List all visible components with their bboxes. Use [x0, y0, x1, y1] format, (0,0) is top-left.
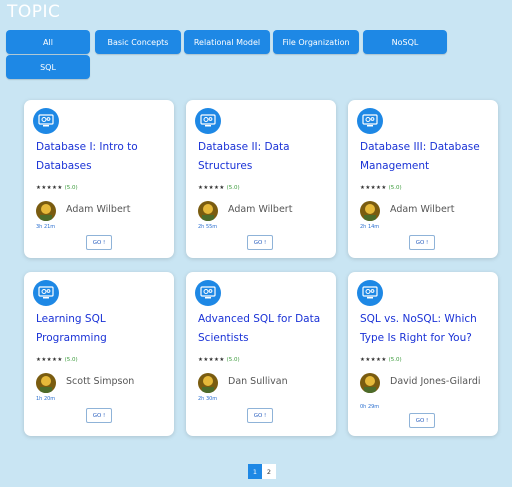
rating-score: (5.0) — [226, 185, 240, 191]
course-card: Database III: Database Management ★★★★★(… — [348, 100, 498, 258]
course-card: Learning SQL Programming ★★★★★ (5.0) Scot… — [24, 272, 174, 436]
avatar — [360, 373, 380, 393]
rating-score: (5.0) — [388, 357, 402, 363]
gear-monitor-icon — [195, 108, 221, 134]
course-duration: 2h 55m — [198, 224, 218, 230]
filter-sql-button[interactable]: SQL — [6, 55, 90, 79]
star-icons: ★★★★★ — [360, 185, 387, 191]
star-icons: ★★★★★ — [36, 185, 63, 191]
page-title: TOPIC — [7, 2, 61, 22]
filter-file-organization-button[interactable]: File Organization — [273, 30, 359, 54]
gear-monitor-icon — [33, 280, 59, 306]
avatar — [36, 201, 56, 221]
course-title-link[interactable]: Database III: Database Management — [360, 138, 492, 176]
course-title-link[interactable]: Advanced SQL for Data Scientists — [198, 310, 330, 348]
course-duration: 3h 21m — [36, 224, 56, 230]
pagination-page-2[interactable]: 2 — [262, 464, 276, 479]
course-title-link[interactable]: Database II: Data Structures — [198, 138, 330, 176]
star-icons: ★★★★★ — [360, 357, 387, 363]
author-name: Adam Wilbert — [228, 204, 293, 215]
course-duration: 1h 20m — [36, 396, 56, 402]
rating: ★★★★★ (5.0) — [198, 357, 240, 363]
course-duration: 0h 29m — [360, 404, 380, 410]
rating: ★★★★★ (5.0) — [360, 185, 402, 191]
rating-score: (5.0) — [226, 357, 240, 363]
filter-all-button[interactable]: All — [6, 30, 90, 54]
go-button[interactable]: GO ! — [247, 408, 273, 423]
course-card: Database II: Data Structures ★★★★★ (5.0) … — [186, 100, 336, 258]
course-card: Advanced SQL for Data Scientists ★★★★★ (5… — [186, 272, 336, 436]
course-duration: 2h 30m — [198, 396, 218, 402]
gear-monitor-icon — [357, 280, 383, 306]
course-title-link[interactable]: Learning SQL Programming — [36, 310, 168, 348]
avatar — [198, 201, 218, 221]
author-name: Dan Sullivan — [228, 376, 288, 387]
go-button[interactable]: GO ! — [247, 235, 273, 250]
gear-monitor-icon — [33, 108, 59, 134]
rating-score: (5.0) — [388, 185, 402, 191]
course-title-link[interactable]: Database I: Intro to Databases — [36, 138, 168, 176]
avatar — [36, 373, 56, 393]
filter-nosql-button[interactable]: NoSQL — [363, 30, 447, 54]
course-card: SQL vs. NoSQL: Which Type Is Right for Y… — [348, 272, 498, 436]
star-icons: ★★★★★ — [198, 357, 225, 363]
star-icons: ★★★★★ — [198, 185, 225, 191]
avatar — [360, 201, 380, 221]
rating: ★★★★★ (5.0) — [36, 357, 78, 363]
rating-score: (5.0) — [64, 357, 78, 363]
course-title-link[interactable]: SQL vs. NoSQL: Which Type Is Right for Y… — [360, 310, 492, 348]
author-name: Scott Simpson — [66, 376, 135, 387]
avatar — [198, 373, 218, 393]
go-button[interactable]: GO ! — [409, 235, 435, 250]
go-button[interactable]: GO ! — [409, 413, 435, 428]
go-button[interactable]: GO ! — [86, 408, 112, 423]
filter-basic-concepts-button[interactable]: Basic Concepts — [95, 30, 181, 54]
gear-monitor-icon — [357, 108, 383, 134]
rating-score: (5.0) — [64, 185, 78, 191]
rating: ★★★★★ (5.0) — [36, 185, 78, 191]
rating: ★★★★★ (5.0) — [360, 357, 402, 363]
author-name: David Jones-Gilardi — [390, 376, 481, 387]
go-button[interactable]: GO ! — [86, 235, 112, 250]
star-icons: ★★★★★ — [36, 357, 63, 363]
author-name: Adam Wilbert — [390, 204, 455, 215]
author-name: Adam Wilbert — [66, 204, 131, 215]
course-card: Database I: Intro to Databases ★★★★★ (5.0… — [24, 100, 174, 258]
rating: ★★★★★ (5.0) — [198, 185, 240, 191]
course-duration: 2h 14m — [360, 224, 380, 230]
gear-monitor-icon — [195, 280, 221, 306]
filter-relational-model-button[interactable]: Relational Model — [184, 30, 270, 54]
pagination-page-1[interactable]: 1 — [248, 464, 262, 479]
